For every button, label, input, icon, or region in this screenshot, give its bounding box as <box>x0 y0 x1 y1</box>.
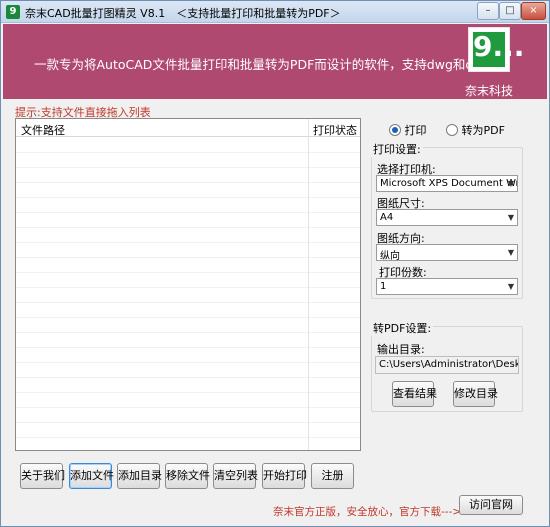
radio-print[interactable]: 打印 <box>389 122 427 138</box>
title-bar: 9 奈末CAD批量打图精灵 V8.1 ＜支持批量打印和批量转为PDF＞ – □ … <box>1 1 549 23</box>
chevron-down-icon: ▼ <box>507 179 514 188</box>
paper-size-value: A4 <box>380 212 394 223</box>
banner-description: 一款专为将AutoCAD文件批量打印和批量转为PDF而设计的软件，支持dwg和d… <box>34 57 486 72</box>
pdf-settings-title: 转PDF设置: <box>371 320 434 336</box>
output-dir-label: 输出目录: <box>377 343 425 356</box>
column-header-path[interactable]: 文件路径 <box>21 122 65 138</box>
output-dir-field[interactable]: C:\Users\Administrator\Desktop <box>375 356 519 374</box>
maximize-button[interactable]: □ <box>499 2 521 20</box>
chevron-down-icon: ▼ <box>507 213 514 222</box>
radio-to-pdf-dot[interactable] <box>446 124 458 136</box>
column-divider[interactable] <box>308 119 309 450</box>
add-file-button[interactable]: 添加文件 <box>69 463 114 489</box>
clear-list-button[interactable]: 清空列表 <box>213 463 258 489</box>
remove-file-button[interactable]: 移除文件 <box>165 463 210 489</box>
minimize-button[interactable]: – <box>477 2 499 20</box>
radio-to-pdf-label[interactable]: 转为PDF <box>462 124 505 137</box>
add-dir-button[interactable]: 添加目录 <box>117 463 162 489</box>
brand-logo: 9... <box>468 27 524 72</box>
printer-select[interactable]: Microsoft XPS Document Writer ▼ <box>376 175 518 192</box>
radio-to-pdf[interactable]: 转为PDF <box>446 122 505 138</box>
brand-name: 奈末科技 <box>465 84 514 98</box>
logo-glyph: 9... <box>473 32 524 67</box>
header-banner: 一款专为将AutoCAD文件批量打印和批量转为PDF而设计的软件，支持dwg和d… <box>3 24 547 99</box>
official-download-note: 奈末官方正版，安全放心，官方下载--->> <box>273 506 470 518</box>
copies-value: 1 <box>380 281 387 292</box>
radio-print-label[interactable]: 打印 <box>405 124 427 137</box>
visit-site-button[interactable]: 访问官网 <box>459 495 523 515</box>
chevron-down-icon: ▼ <box>507 248 514 257</box>
view-result-button[interactable]: 查看结果 <box>392 381 437 407</box>
close-button[interactable]: × <box>521 2 546 20</box>
printer-value: Microsoft XPS Document Writer <box>380 178 517 189</box>
file-list[interactable]: 文件路径 打印状态 <box>15 118 361 451</box>
change-dir-button[interactable]: 修改目录 <box>453 381 498 407</box>
app-logo-icon: 9 <box>6 5 20 19</box>
paper-size-select[interactable]: A4 ▼ <box>376 209 518 226</box>
radio-print-dot[interactable] <box>389 124 401 136</box>
register-button[interactable]: 注册 <box>311 463 354 489</box>
app-window: 9 奈末CAD批量打图精灵 V8.1 ＜支持批量打印和批量转为PDF＞ – □ … <box>0 0 550 527</box>
copies-select[interactable]: 1 ▼ <box>376 278 518 295</box>
window-title: 奈末CAD批量打图精灵 V8.1 ＜支持批量打印和批量转为PDF＞ <box>25 7 341 20</box>
start-print-button[interactable]: 开始打印 <box>262 463 307 489</box>
orientation-select[interactable]: 纵向 ▼ <box>376 244 518 261</box>
column-header-status[interactable]: 打印状态 <box>313 122 357 138</box>
chevron-down-icon: ▼ <box>507 282 514 291</box>
orientation-value: 纵向 <box>380 251 400 261</box>
about-button[interactable]: 关于我们 <box>20 463 65 489</box>
print-settings-title: 打印设置: <box>371 141 423 157</box>
